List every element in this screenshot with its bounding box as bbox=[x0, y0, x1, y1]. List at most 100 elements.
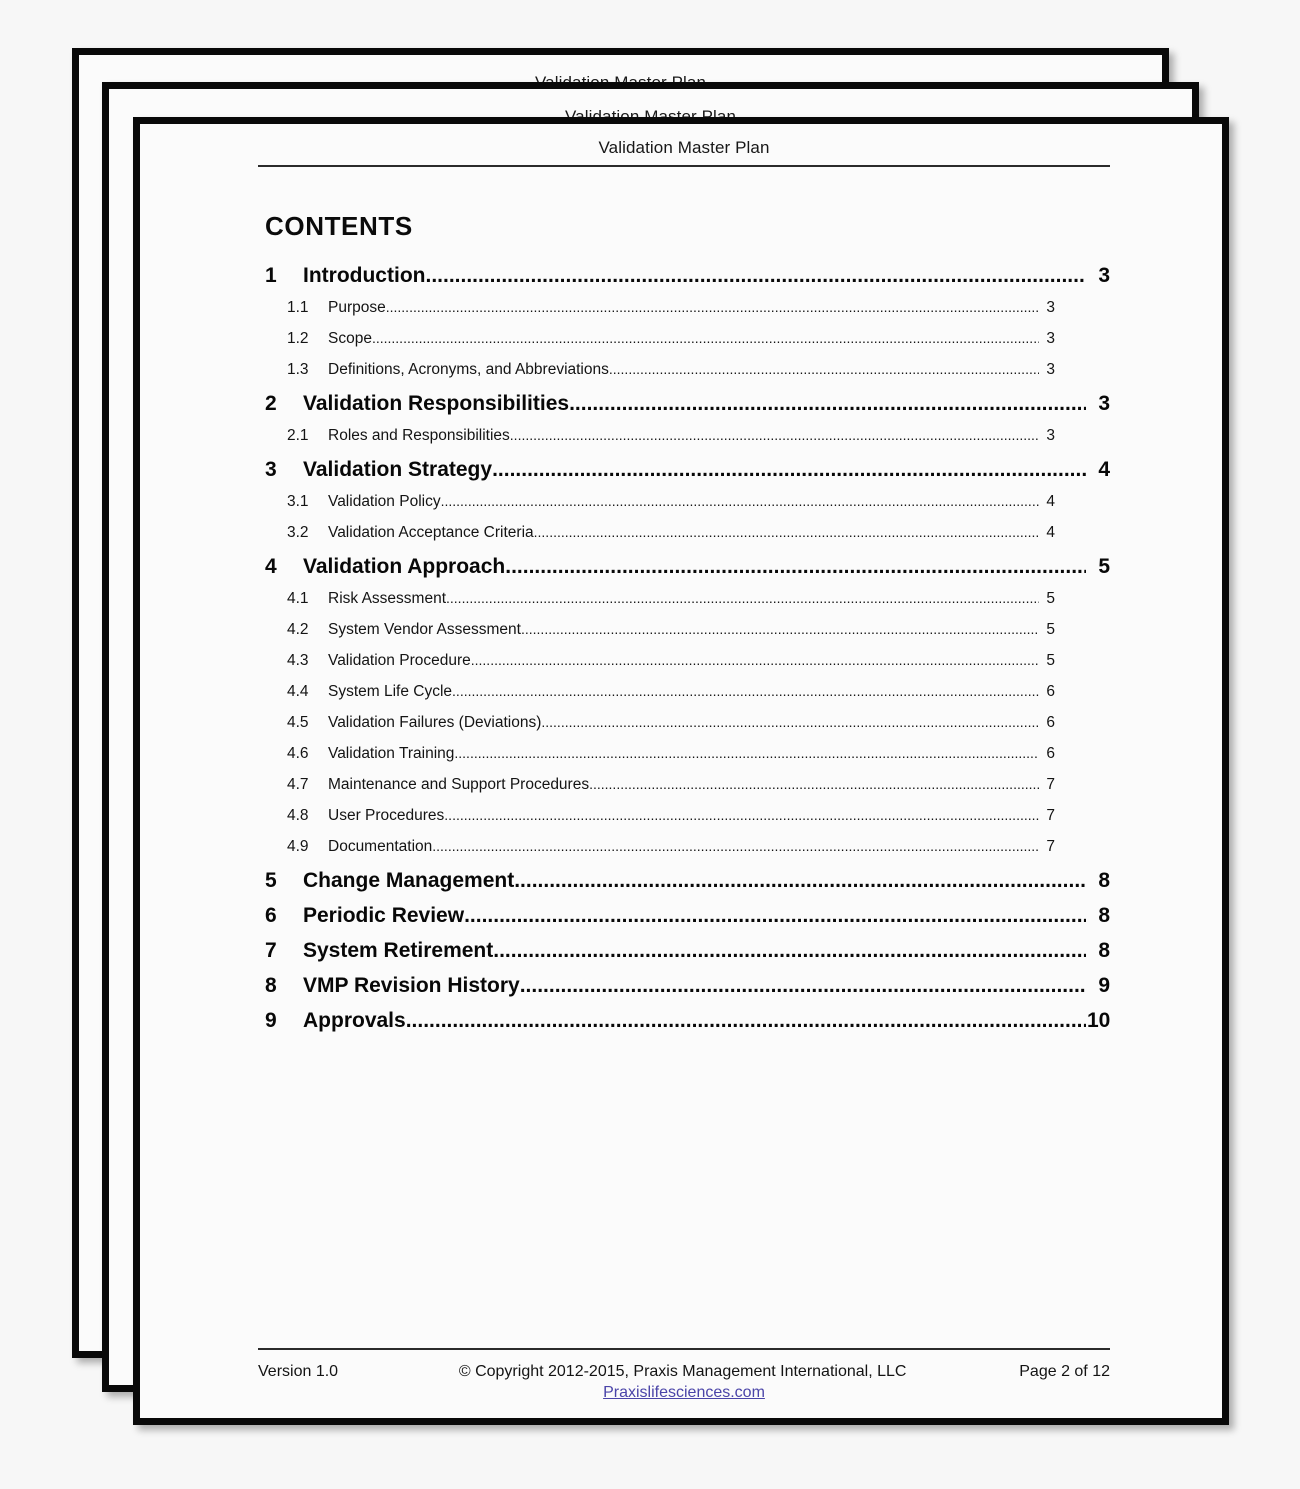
toc-entry-page-number: 7 bbox=[1046, 807, 1055, 824]
toc-entry[interactable]: 3.1 Validation Policy....................… bbox=[265, 493, 1110, 524]
toc-dot-leader: ........................................… bbox=[519, 974, 1086, 997]
toc-dot-leader: ........................................… bbox=[452, 683, 1039, 699]
toc-entry-number: 4.2 bbox=[287, 621, 309, 638]
toc-entry[interactable]: 4 Validation Approach....................… bbox=[265, 555, 1110, 590]
toc-dot-leader: ........................................… bbox=[569, 392, 1086, 415]
toc-entry[interactable]: 4.3 Validation Procedure.................… bbox=[265, 652, 1110, 683]
toc-entry-label: Validation Acceptance Criteria bbox=[328, 524, 534, 541]
toc-entry-label: Introduction bbox=[303, 264, 426, 287]
toc-entry[interactable]: 4.7 Maintenance and Support Procedures...… bbox=[265, 776, 1110, 807]
toc-dot-leader: ........................................… bbox=[505, 555, 1086, 578]
toc-entry[interactable]: 5 Change Management......................… bbox=[265, 869, 1110, 904]
toc-entry-label: Roles and Responsibilities bbox=[328, 427, 510, 444]
toc-entry-label: Validation Failures (Deviations) bbox=[328, 714, 542, 731]
toc-entry-label: System Retirement bbox=[303, 939, 494, 962]
toc-entry[interactable]: 4.6 Validation Training..................… bbox=[265, 745, 1110, 776]
toc-entry-label: User Procedures bbox=[328, 807, 445, 824]
toc-entry-number: 2.1 bbox=[287, 427, 309, 444]
toc-entry-page-number: 6 bbox=[1046, 714, 1055, 731]
footer-version: Version 1.0 bbox=[258, 1363, 339, 1380]
toc-entry[interactable]: 1.3 Definitions, Acronyms, and Abbreviati… bbox=[265, 361, 1110, 392]
toc-entry-number: 1.3 bbox=[287, 361, 309, 378]
toc-entry-number: 4.6 bbox=[287, 745, 309, 762]
toc-entry-label: Approvals bbox=[303, 1009, 406, 1032]
toc-entry-number: 4.9 bbox=[287, 838, 309, 855]
toc-entry-page-number: 4 bbox=[1046, 524, 1055, 541]
toc-entry-number: 3.1 bbox=[287, 493, 309, 510]
toc-dot-leader: ........................................… bbox=[432, 838, 1039, 854]
toc-entry-page-number: 3 bbox=[1046, 330, 1055, 347]
toc-entry[interactable]: 1.1 Purpose..............................… bbox=[265, 299, 1110, 330]
toc-entry[interactable]: 8 VMP Revision History...................… bbox=[265, 974, 1110, 1009]
toc-entry-number: 1.2 bbox=[287, 330, 309, 347]
toc-entry-label: Validation Responsibilities bbox=[303, 392, 570, 415]
page-header-rule bbox=[258, 165, 1110, 167]
page-content: Validation Master Plan CONTENTS 1 Introdu… bbox=[140, 124, 1222, 1418]
toc-entry-number: 4.3 bbox=[287, 652, 309, 669]
toc-dot-leader: ........................................… bbox=[371, 330, 1039, 346]
toc-dot-leader: ........................................… bbox=[385, 299, 1039, 315]
toc-entry-label: Purpose bbox=[328, 299, 386, 316]
toc-entry-page-number: 8 bbox=[1098, 869, 1110, 892]
toc-entry-label: System Vendor Assessment bbox=[328, 621, 521, 638]
toc-entry-label: Validation Approach bbox=[303, 555, 506, 578]
document-sheet-front: Validation Master Plan CONTENTS 1 Introdu… bbox=[133, 117, 1229, 1425]
footer-page-indicator: Page 2 of 12 bbox=[1019, 1363, 1110, 1380]
toc-entry-page-number: 4 bbox=[1098, 458, 1110, 481]
toc-entry[interactable]: 1.2 Scope................................… bbox=[265, 330, 1110, 361]
toc-entry-page-number: 5 bbox=[1046, 621, 1055, 638]
toc-entry[interactable]: 7 System Retirement......................… bbox=[265, 939, 1110, 974]
toc-entry[interactable]: 9 Approvals..............................… bbox=[265, 1009, 1110, 1044]
toc-entry-page-number: 3 bbox=[1098, 392, 1110, 415]
toc-entry[interactable]: 3 Validation Strategy....................… bbox=[265, 458, 1110, 493]
footer-copyright: © Copyright 2012-2015, Praxis Management… bbox=[458, 1363, 907, 1380]
toc-entry-page-number: 8 bbox=[1098, 939, 1110, 962]
toc-dot-leader: ........................................… bbox=[509, 427, 1039, 443]
toc-dot-leader: ........................................… bbox=[464, 904, 1086, 927]
toc-entry[interactable]: 6 Periodic Review........................… bbox=[265, 904, 1110, 939]
toc-entry[interactable]: 4.8 User Procedures......................… bbox=[265, 807, 1110, 838]
toc-entry-label: Periodic Review bbox=[303, 904, 465, 927]
toc-entry[interactable]: 4.4 System Life Cycle....................… bbox=[265, 683, 1110, 714]
toc-dot-leader: ........................................… bbox=[608, 361, 1039, 377]
toc-entry-page-number: 3 bbox=[1046, 427, 1055, 444]
footer-link-row: Praxislifesciences.com bbox=[258, 1384, 1110, 1402]
toc-entry-page-number: 10 bbox=[1087, 1009, 1111, 1032]
toc-entry[interactable]: 4.9 Documentation........................… bbox=[265, 838, 1110, 869]
toc-entry-label: Definitions, Acronyms, and Abbreviations bbox=[328, 361, 609, 378]
toc-entry-label: Validation Training bbox=[328, 745, 455, 762]
toc-entry-page-number: 8 bbox=[1098, 904, 1110, 927]
toc-entry-number: 5 bbox=[265, 869, 277, 892]
toc-entry-number: 4.5 bbox=[287, 714, 309, 731]
toc-entry-label: Validation Policy bbox=[328, 493, 441, 510]
toc-dot-leader: ........................................… bbox=[520, 621, 1039, 637]
page-title: CONTENTS bbox=[265, 211, 413, 241]
toc-dot-leader: ........................................… bbox=[533, 524, 1039, 540]
page-header-title: Validation Master Plan bbox=[598, 138, 770, 157]
toc-entry-label: Documentation bbox=[328, 838, 433, 855]
toc-entry[interactable]: 4.5 Validation Failures (Deviations).....… bbox=[265, 714, 1110, 745]
toc-entry-page-number: 4 bbox=[1046, 493, 1055, 510]
toc-entry[interactable]: 4.1 Risk Assessment......................… bbox=[265, 590, 1110, 621]
toc-entry-page-number: 6 bbox=[1046, 745, 1055, 762]
table-of-contents: 1 Introduction...........................… bbox=[265, 264, 1110, 1044]
website-link[interactable]: Praxislifesciences.com bbox=[603, 1384, 765, 1401]
toc-entry-number: 9 bbox=[265, 1009, 277, 1032]
toc-entry-label: Change Management bbox=[303, 869, 515, 892]
toc-entry-number: 2 bbox=[265, 392, 277, 415]
toc-entry-label: Validation Procedure bbox=[328, 652, 471, 669]
toc-entry-page-number: 3 bbox=[1046, 299, 1055, 316]
toc-entry-label: VMP Revision History bbox=[303, 974, 520, 997]
toc-entry-number: 4 bbox=[265, 555, 277, 578]
toc-entry[interactable]: 3.2 Validation Acceptance Criteria.......… bbox=[265, 524, 1110, 555]
toc-entry-number: 1.1 bbox=[287, 299, 309, 316]
toc-dot-leader: ........................................… bbox=[405, 1009, 1086, 1032]
toc-dot-leader: ........................................… bbox=[454, 745, 1039, 761]
toc-dot-leader: ........................................… bbox=[444, 807, 1039, 823]
toc-entry[interactable]: 4.2 System Vendor Assessment.............… bbox=[265, 621, 1110, 652]
toc-entry-number: 4.8 bbox=[287, 807, 309, 824]
toc-entry[interactable]: 1 Introduction...........................… bbox=[265, 264, 1110, 299]
toc-entry[interactable]: 2 Validation Responsibilities............… bbox=[265, 392, 1110, 427]
toc-entry-page-number: 5 bbox=[1098, 555, 1110, 578]
toc-entry[interactable]: 2.1 Roles and Responsibilities...........… bbox=[265, 427, 1110, 458]
